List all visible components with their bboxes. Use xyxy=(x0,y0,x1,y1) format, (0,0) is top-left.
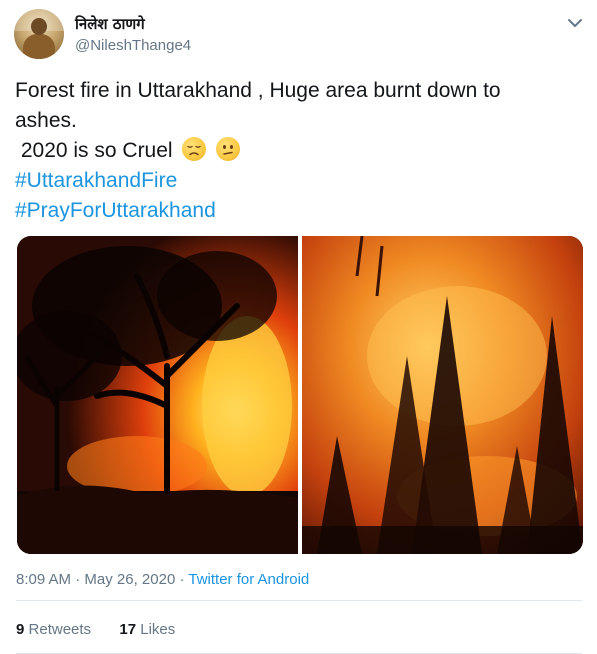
retweets-label: Retweets xyxy=(28,621,92,638)
author-name[interactable]: निलेश ठाणगे xyxy=(75,14,145,34)
chevron-down-icon[interactable] xyxy=(566,14,584,32)
meta-separator: · xyxy=(71,571,85,588)
retweets-stat[interactable]: 9 Retweets xyxy=(16,621,91,638)
tweet-date[interactable]: May 26, 2020 xyxy=(84,571,175,588)
tweet-text-line: 2020 is so Cruel xyxy=(15,139,173,162)
tweet-text-line: Forest fire in Uttarakhand , Huge area b… xyxy=(15,79,501,102)
tweet-text-line: ashes. xyxy=(15,109,77,132)
disappointed-face-icon xyxy=(182,137,207,161)
hashtag-link[interactable]: #PrayForUttarakhand xyxy=(15,196,575,226)
hashtag-link[interactable]: #UttarakhandFire xyxy=(15,166,575,196)
divider xyxy=(16,600,582,601)
tweet-source-link[interactable]: Twitter for Android xyxy=(188,571,309,588)
retweets-count: 9 xyxy=(16,621,25,638)
tweet-card: निलेश ठाणगे @NileshThange4 Forest fire i… xyxy=(0,0,597,654)
avatar[interactable] xyxy=(14,9,64,59)
fire-photo-left[interactable] xyxy=(17,236,298,554)
tweet-meta: 8:09 AM · May 26, 2020 · Twitter for And… xyxy=(16,571,309,588)
likes-count: 17 xyxy=(119,621,137,638)
confused-face-icon xyxy=(216,137,241,161)
media-grid xyxy=(17,236,583,554)
fire-photo-right[interactable] xyxy=(302,236,583,554)
tweet-time[interactable]: 8:09 AM xyxy=(16,571,71,588)
tweet-text: Forest fire in Uttarakhand , Huge area b… xyxy=(15,76,575,226)
meta-separator: · xyxy=(175,571,189,588)
author-handle[interactable]: @NileshThange4 xyxy=(75,37,191,54)
engagement-stats: 9 Retweets 17 Likes xyxy=(16,621,175,638)
likes-stat[interactable]: 17 Likes xyxy=(119,621,175,638)
likes-label: Likes xyxy=(140,621,176,638)
